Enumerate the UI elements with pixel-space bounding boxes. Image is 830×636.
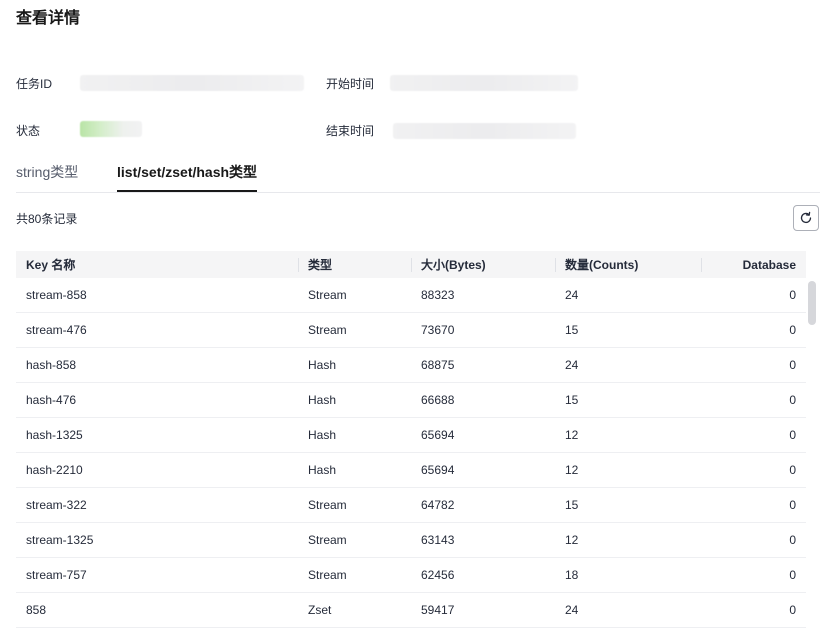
cell-key-name: stream-322 [16, 487, 298, 523]
table-row: stream-1325 Stream 63143 12 0 [16, 522, 806, 558]
table-header-row: Key 名称 类型 大小(Bytes) 数量(Counts) Database [16, 251, 806, 278]
cell-key-name: 858 [16, 592, 298, 628]
cell-key-name: hash-858 [16, 347, 298, 383]
cell-database: 0 [701, 487, 806, 523]
table-row: stream-322 Stream 64782 15 0 [16, 487, 806, 523]
cell-count: 12 [555, 452, 701, 488]
cell-type: Stream [298, 522, 411, 558]
record-count: 共80条记录 [16, 212, 78, 226]
cell-key-name: hash-2210 [16, 452, 298, 488]
cell-count: 15 [555, 312, 701, 348]
cell-size: 63143 [411, 522, 555, 558]
refresh-button[interactable] [793, 205, 819, 231]
cell-type: Hash [298, 452, 411, 488]
cell-count: 24 [555, 278, 701, 313]
cell-database: 0 [701, 592, 806, 628]
page-title: 查看详情 [16, 10, 81, 27]
key-table: Key 名称 类型 大小(Bytes) 数量(Counts) Database … [16, 251, 806, 636]
cell-database: 0 [701, 312, 806, 348]
cell-database: 0 [701, 347, 806, 383]
cell-type: Hash [298, 382, 411, 418]
cell-size: 65694 [411, 452, 555, 488]
cell-count: 12 [555, 417, 701, 453]
cell-type: Zset [298, 592, 411, 628]
task-id-label: 任务ID [16, 77, 53, 91]
cell-size: 64782 [411, 487, 555, 523]
table-row: hash-1325 Hash 65694 12 0 [16, 417, 806, 453]
table-row: hash-858 Hash 68875 24 0 [16, 347, 806, 383]
cell-database: 0 [701, 452, 806, 488]
cell-database: 0 [701, 417, 806, 453]
table-row: hash-476 Hash 66688 15 0 [16, 382, 806, 418]
cell-size: 65694 [411, 417, 555, 453]
cell-size: 62456 [411, 557, 555, 593]
header-database: Database [701, 251, 806, 278]
table-scrollbar[interactable] [808, 281, 816, 325]
tab-list-set-zset-hash[interactable]: list/set/zset/hash类型 [117, 162, 258, 192]
cell-size: 66688 [411, 382, 555, 418]
header-type: 类型 [298, 251, 411, 278]
cell-type: Hash [298, 417, 411, 453]
cell-database: 0 [701, 522, 806, 558]
end-time-value-redacted [393, 123, 576, 139]
detail-page: 查看详情 任务ID 开始时间 状态 结束时间 string类型 list/set… [0, 0, 830, 636]
cell-count: 15 [555, 487, 701, 523]
cell-count: 24 [555, 347, 701, 383]
cell-key-name: stream-757 [16, 557, 298, 593]
cell-type: Stream [298, 312, 411, 348]
table-row: stream-757 Stream 62456 18 0 [16, 557, 806, 593]
table-row: stream-858 Stream 88323 24 0 [16, 278, 806, 313]
cell-size: 68875 [411, 347, 555, 383]
cell-database: 0 [701, 382, 806, 418]
cell-size: 59417 [411, 592, 555, 628]
cell-size: 88323 [411, 278, 555, 313]
cell-type: Stream [298, 487, 411, 523]
status-label: 状态 [16, 124, 41, 138]
start-time-value-redacted [390, 75, 578, 91]
status-value-redacted [80, 121, 142, 137]
cell-database: 0 [701, 278, 806, 313]
cell-type: Stream [298, 557, 411, 593]
cell-count: 12 [555, 522, 701, 558]
start-time-label: 开始时间 [326, 77, 375, 91]
table-row: 858 Zset 59417 24 0 [16, 592, 806, 628]
header-size: 大小(Bytes) [411, 251, 555, 278]
cell-key-name: hash-1325 [16, 417, 298, 453]
cell-count: 24 [555, 592, 701, 628]
cell-key-name: stream-476 [16, 312, 298, 348]
type-tabs: string类型 list/set/zset/hash类型 [16, 156, 820, 193]
table-row: stream-476 Stream 73670 15 0 [16, 312, 806, 348]
cell-key-name: hash-476 [16, 382, 298, 418]
cell-type: Hash [298, 347, 411, 383]
cell-size: 73670 [411, 312, 555, 348]
cell-key-name: stream-1325 [16, 522, 298, 558]
tab-string[interactable]: string类型 [16, 162, 78, 190]
cell-database: 0 [701, 557, 806, 593]
refresh-icon [800, 211, 812, 224]
table-row: hash-2210 Hash 65694 12 0 [16, 452, 806, 488]
header-key-name: Key 名称 [16, 251, 298, 278]
task-id-value-redacted [80, 75, 304, 91]
end-time-label: 结束时间 [326, 124, 375, 138]
cell-count: 18 [555, 557, 701, 593]
cell-count: 15 [555, 382, 701, 418]
cell-key-name: stream-858 [16, 278, 298, 313]
cell-type: Stream [298, 278, 411, 313]
header-count: 数量(Counts) [555, 251, 701, 278]
